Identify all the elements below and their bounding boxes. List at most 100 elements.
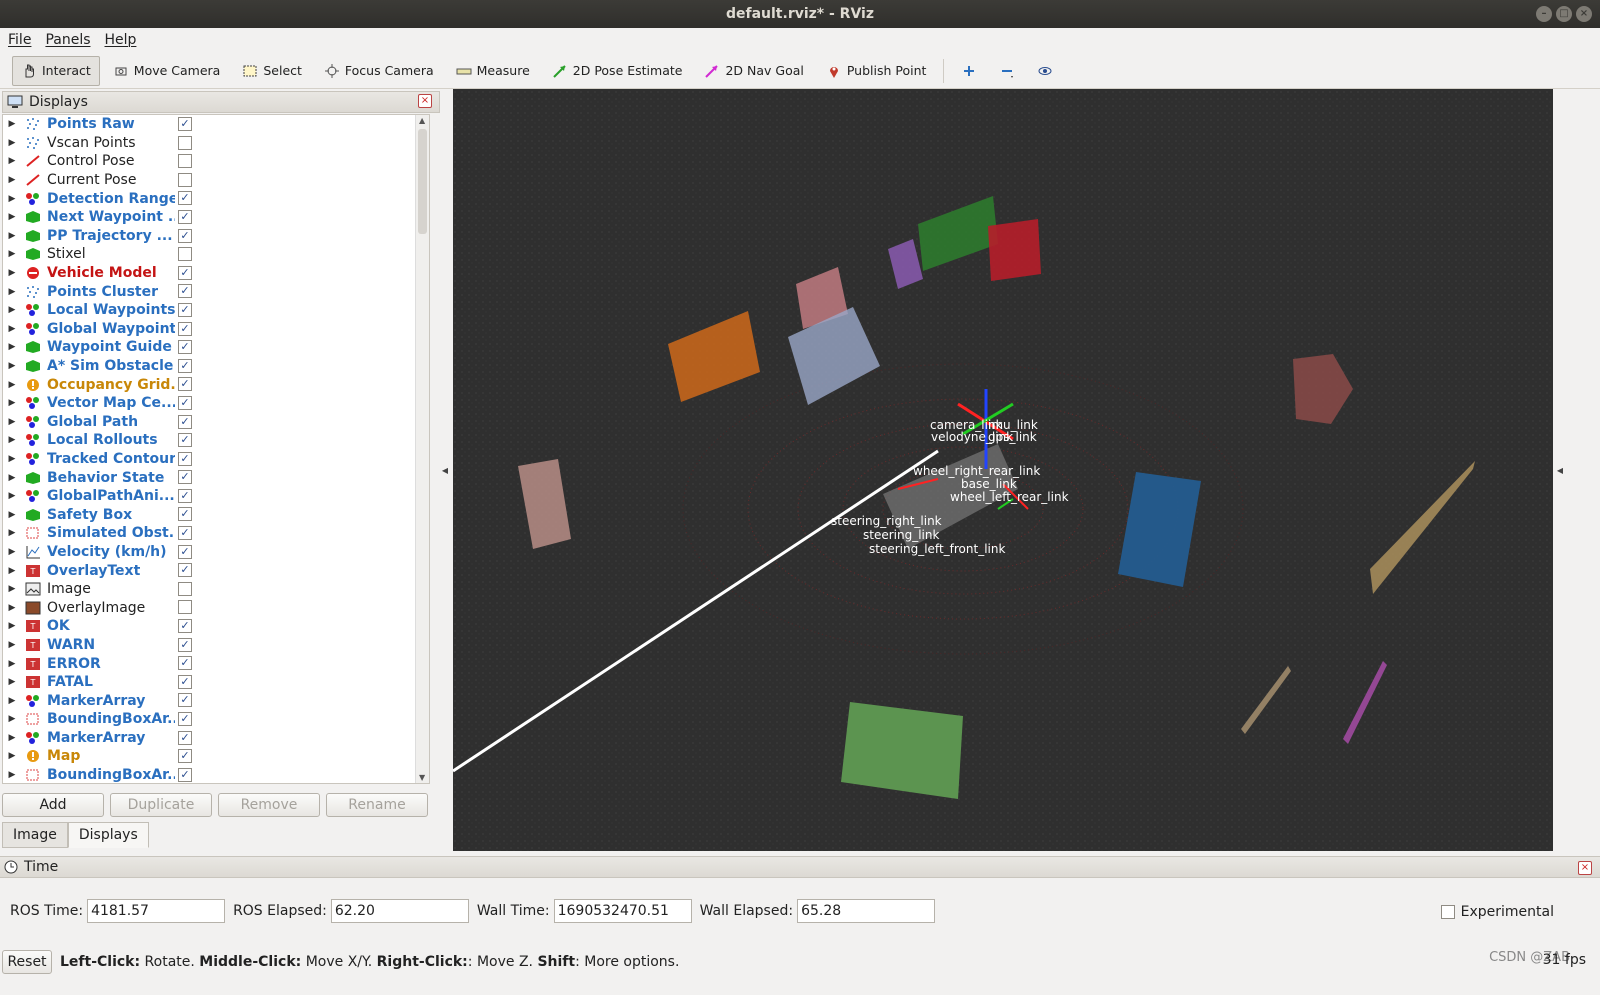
expand-arrow-icon[interactable]: ▶ (5, 212, 19, 222)
display-item[interactable]: ▶ GlobalPathAni... ✓ (3, 487, 429, 506)
display-enabled-checkbox[interactable]: ✓ (178, 749, 192, 764)
display-enabled-checkbox[interactable]: ✓ (178, 340, 192, 355)
display-item[interactable]: ▶ Points Cluster ✓ (3, 282, 429, 301)
display-enabled-checkbox[interactable]: ✓ (178, 637, 192, 652)
display-item[interactable]: ▶ T WARN ✓ (3, 636, 429, 655)
expand-arrow-icon[interactable]: ▶ (5, 194, 19, 204)
display-enabled-checkbox[interactable]: ✓ (178, 358, 192, 373)
display-enabled-checkbox[interactable] (178, 135, 192, 150)
tool-select[interactable]: Select (233, 56, 311, 86)
display-enabled-checkbox[interactable]: ✓ (178, 265, 192, 280)
display-item[interactable]: ▶ Detection Range ✓ (3, 189, 429, 208)
display-item[interactable]: ▶ T ERROR ✓ (3, 654, 429, 673)
display-item[interactable]: ▶ Vscan Points (3, 134, 429, 153)
display-enabled-checkbox[interactable]: ✓ (178, 526, 192, 541)
display-enabled-checkbox[interactable] (178, 247, 192, 262)
scroll-down-icon[interactable]: ▼ (419, 773, 425, 782)
expand-arrow-icon[interactable]: ▶ (5, 305, 19, 315)
display-item[interactable]: ▶ Image (3, 580, 429, 599)
display-enabled-checkbox[interactable]: ✓ (178, 730, 192, 745)
expand-arrow-icon[interactable]: ▶ (5, 156, 19, 166)
display-item[interactable]: ▶ Current Pose (3, 171, 429, 190)
scroll-up-icon[interactable]: ▲ (419, 116, 425, 125)
display-enabled-checkbox[interactable]: ✓ (178, 377, 192, 392)
expand-arrow-icon[interactable]: ▶ (5, 268, 19, 278)
expand-arrow-icon[interactable]: ▶ (5, 566, 19, 576)
display-enabled-checkbox[interactable]: ✓ (178, 321, 192, 336)
tab-image[interactable]: Image (2, 822, 68, 848)
display-enabled-checkbox[interactable]: ✓ (178, 284, 192, 299)
expand-arrow-icon[interactable]: ▶ (5, 398, 19, 408)
expand-arrow-icon[interactable]: ▶ (5, 435, 19, 445)
display-enabled-checkbox[interactable]: ✓ (178, 488, 192, 503)
display-item[interactable]: ▶ Behavior State ✓ (3, 468, 429, 487)
close-window-button[interactable]: × (1576, 6, 1592, 22)
expand-arrow-icon[interactable]: ▶ (5, 659, 19, 669)
expand-arrow-icon[interactable]: ▶ (5, 547, 19, 557)
display-enabled-checkbox[interactable]: ✓ (178, 395, 192, 410)
expand-arrow-icon[interactable]: ▶ (5, 696, 19, 706)
maximize-button[interactable]: □ (1556, 6, 1572, 22)
expand-arrow-icon[interactable]: ▶ (5, 119, 19, 129)
display-enabled-checkbox[interactable]: ✓ (178, 563, 192, 578)
display-enabled-checkbox[interactable] (178, 600, 192, 615)
display-enabled-checkbox[interactable]: ✓ (178, 674, 192, 689)
add-tool-button[interactable] (952, 56, 986, 86)
display-item[interactable]: ▶ OverlayImage (3, 598, 429, 617)
expand-arrow-icon[interactable]: ▶ (5, 138, 19, 148)
displays-scrollbar[interactable]: ▲ ▼ (415, 115, 429, 783)
close-time-panel-button[interactable]: × (1578, 861, 1592, 875)
display-item[interactable]: ▶ Velocity (km/h) ✓ (3, 543, 429, 562)
display-item[interactable]: ▶ PP Trajectory ... ✓ (3, 227, 429, 246)
display-enabled-checkbox[interactable]: ✓ (178, 451, 192, 466)
display-item[interactable]: ▶ BoundingBoxAr... ✓ (3, 710, 429, 729)
display-item[interactable]: ▶ Vector Map Ce... ✓ (3, 394, 429, 413)
duplicate-display-button[interactable]: Duplicate (110, 793, 212, 817)
expand-arrow-icon[interactable]: ▶ (5, 473, 19, 483)
display-item[interactable]: ▶ Simulated Obst... ✓ (3, 524, 429, 543)
display-enabled-checkbox[interactable]: ✓ (178, 544, 192, 559)
display-enabled-checkbox[interactable]: ✓ (178, 209, 192, 224)
wall-elapsed-field[interactable]: 65.28 (797, 899, 936, 923)
display-enabled-checkbox[interactable]: ✓ (178, 470, 192, 485)
display-item[interactable]: ▶ T OverlayText ✓ (3, 561, 429, 580)
display-enabled-checkbox[interactable]: ✓ (178, 767, 192, 782)
display-item[interactable]: ▶ BoundingBoxAr... ✓ (3, 766, 429, 783)
expand-arrow-icon[interactable]: ▶ (5, 677, 19, 687)
expand-arrow-icon[interactable]: ▶ (5, 584, 19, 594)
add-display-button[interactable]: Add (2, 793, 104, 817)
tool-2d-nav-goal[interactable]: 2D Nav Goal (695, 56, 812, 86)
expand-arrow-icon[interactable]: ▶ (5, 714, 19, 724)
display-item[interactable]: ▶ MarkerArray ✓ (3, 691, 429, 710)
display-enabled-checkbox[interactable]: ✓ (178, 117, 192, 131)
expand-arrow-icon[interactable]: ▶ (5, 361, 19, 371)
expand-arrow-icon[interactable]: ▶ (5, 603, 19, 613)
expand-arrow-icon[interactable]: ▶ (5, 770, 19, 780)
expand-arrow-icon[interactable]: ▶ (5, 528, 19, 538)
expand-arrow-icon[interactable]: ▶ (5, 249, 19, 259)
expand-arrow-icon[interactable]: ▶ (5, 454, 19, 464)
tool-measure[interactable]: Measure (447, 56, 539, 86)
ros-elapsed-field[interactable]: 62.20 (330, 899, 469, 923)
display-item[interactable]: ▶ Local Waypoints ✓ (3, 301, 429, 320)
tab-displays[interactable]: Displays (67, 822, 149, 848)
expand-arrow-icon[interactable]: ▶ (5, 342, 19, 352)
display-item[interactable]: ▶ Global Path ✓ (3, 413, 429, 432)
display-item[interactable]: ▶ Vehicle Model ✓ (3, 264, 429, 283)
display-enabled-checkbox[interactable]: ✓ (178, 191, 192, 206)
display-item[interactable]: ▶ T FATAL ✓ (3, 673, 429, 692)
minimize-button[interactable]: – (1536, 6, 1552, 22)
expand-arrow-icon[interactable]: ▶ (5, 417, 19, 427)
collapse-left-icon[interactable]: ◀ (440, 89, 450, 851)
display-item[interactable]: ▶ Map ✓ (3, 747, 429, 766)
display-item[interactable]: ▶ Safety Box ✓ (3, 505, 429, 524)
wall-time-field[interactable]: 1690532470.51 (553, 899, 692, 923)
display-item[interactable]: ▶ Stixel (3, 245, 429, 264)
expand-arrow-icon[interactable]: ▶ (5, 733, 19, 743)
menu-help[interactable]: Help (105, 32, 137, 48)
3d-viewport[interactable]: camera_link velodyne_link imu_link gps_l… (453, 89, 1553, 851)
expand-arrow-icon[interactable]: ▶ (5, 324, 19, 334)
tool-focus-camera[interactable]: Focus Camera (315, 56, 443, 86)
display-item[interactable]: ▶ Tracked Contours ✓ (3, 450, 429, 469)
experimental-option[interactable]: Experimental (1440, 904, 1554, 920)
